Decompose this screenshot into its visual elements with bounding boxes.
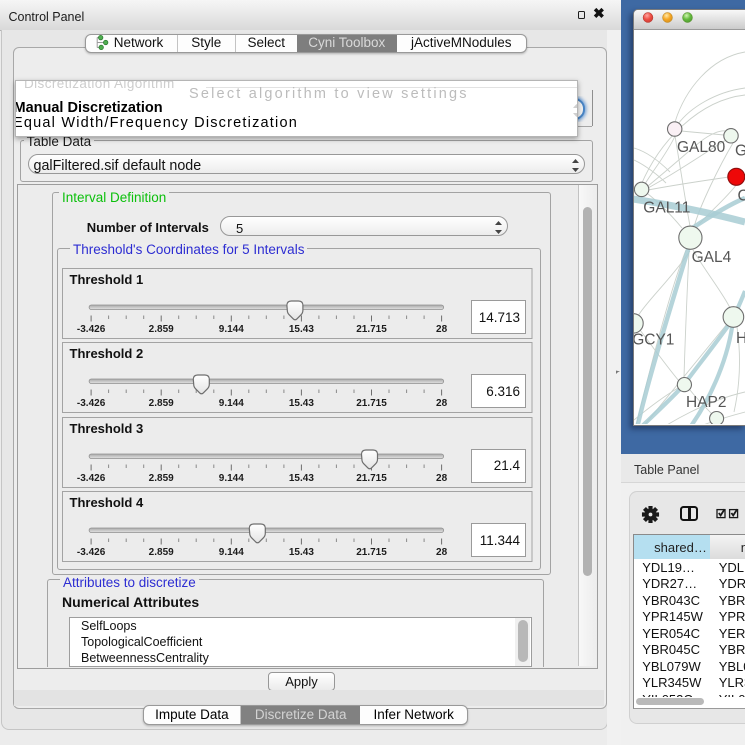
svg-text:HAP2: HAP2 [686, 394, 727, 411]
svg-text:Threshold 4: Threshold 4 [70, 495, 144, 510]
svg-text:28: 28 [436, 473, 448, 484]
svg-text:9.144: 9.144 [219, 473, 244, 484]
svg-text:9.144: 9.144 [219, 324, 244, 335]
svg-text:GAL…: GAL… [735, 143, 745, 160]
svg-text:GCY1: GCY1 [634, 331, 674, 348]
svg-text:15.43: 15.43 [289, 473, 314, 484]
svg-text:15.43: 15.43 [289, 324, 314, 335]
svg-text:2.859: 2.859 [149, 473, 174, 484]
svg-text:28: 28 [436, 547, 448, 558]
svg-text:-3.426: -3.426 [77, 547, 106, 558]
svg-text:21.715: 21.715 [356, 324, 387, 335]
svg-text:2.859: 2.859 [149, 324, 174, 335]
svg-text:GAL4: GAL4 [692, 249, 732, 266]
svg-text:28: 28 [436, 324, 448, 335]
svg-text:9.144: 9.144 [219, 398, 244, 409]
svg-text:-3.426: -3.426 [77, 324, 106, 335]
svg-text:H…: H… [736, 330, 745, 347]
svg-text:Threshold 2: Threshold 2 [70, 346, 144, 361]
svg-text:C…: C… [738, 187, 745, 204]
svg-text:21.715: 21.715 [356, 398, 387, 409]
svg-text:GAL11: GAL11 [643, 199, 690, 216]
svg-text:21.715: 21.715 [356, 547, 387, 558]
svg-text:-3.426: -3.426 [77, 473, 106, 484]
svg-text:15.43: 15.43 [289, 547, 314, 558]
svg-text:GAL80: GAL80 [677, 139, 726, 156]
svg-text:2.859: 2.859 [149, 547, 174, 558]
svg-text:28: 28 [436, 398, 448, 409]
svg-text:9.144: 9.144 [219, 547, 244, 558]
svg-text:21.715: 21.715 [356, 473, 387, 484]
svg-text:Threshold 1: Threshold 1 [70, 272, 144, 287]
svg-text:2.859: 2.859 [149, 398, 174, 409]
svg-text:-3.426: -3.426 [77, 398, 106, 409]
svg-text:Threshold 3: Threshold 3 [70, 421, 144, 436]
svg-text:15.43: 15.43 [289, 398, 314, 409]
